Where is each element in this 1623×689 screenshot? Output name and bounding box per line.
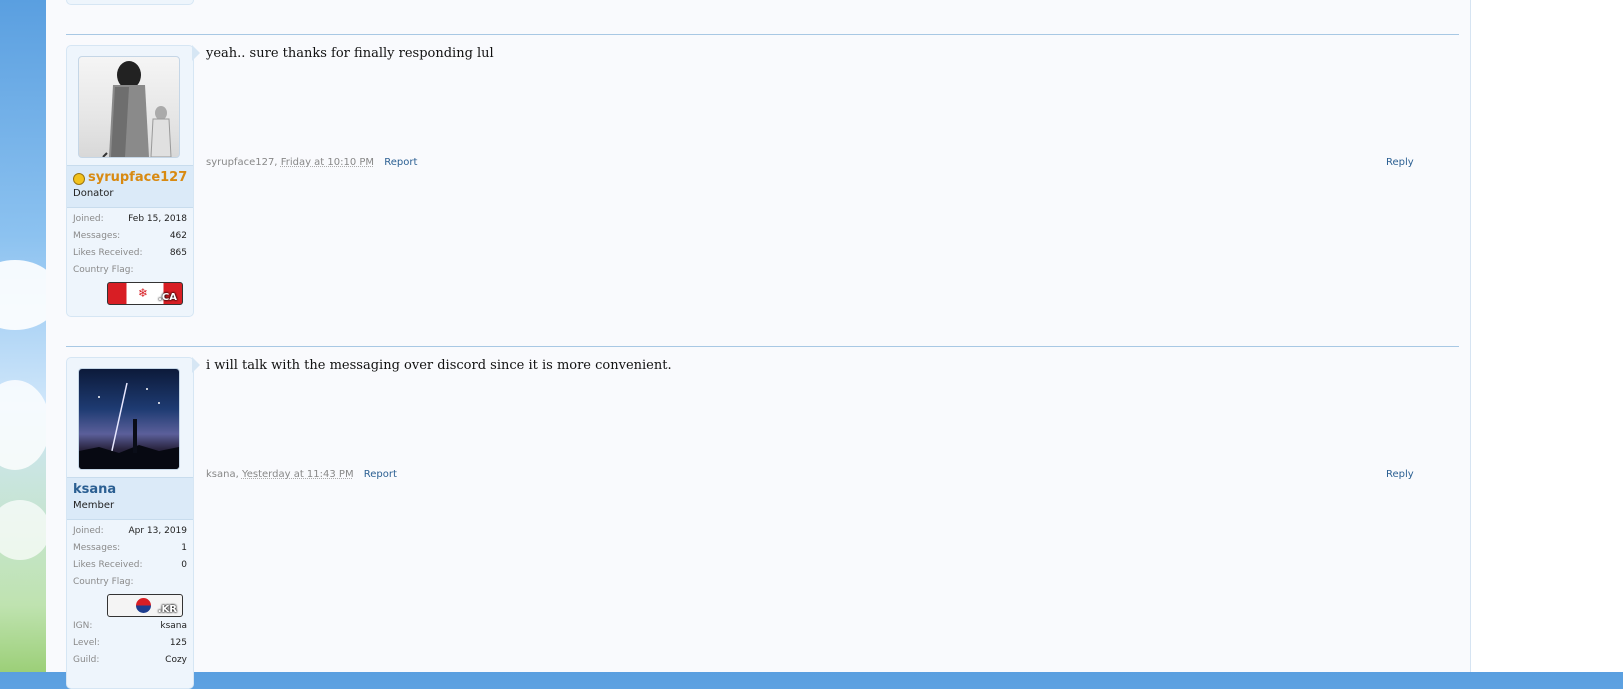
- username-link[interactable]: syrupface127: [88, 170, 187, 185]
- extra-label: Likes Received:: [73, 560, 143, 570]
- coin-icon: [73, 173, 85, 185]
- background-cloud: [0, 380, 50, 470]
- message-userblock: ksana Member Joined: Apr 13, 2019 Messag…: [66, 357, 194, 689]
- user-extra-info-custom: IGN: ksana Level: 125 Guild: Cozy: [73, 619, 187, 670]
- extra-value[interactable]: 1: [181, 543, 187, 553]
- avatar[interactable]: [78, 56, 180, 158]
- avatar-image: [79, 382, 179, 469]
- message-meta: ksana, Yesterday at 11:43 PM Report: [206, 469, 397, 480]
- extra-value: Feb 15, 2018: [128, 214, 187, 224]
- extra-value: 0: [181, 560, 187, 570]
- report-link[interactable]: Report: [364, 469, 397, 480]
- maple-leaf-icon: ❄: [138, 286, 149, 300]
- reply-link[interactable]: Reply: [1386, 469, 1414, 480]
- extra-label: Messages:: [73, 543, 121, 553]
- extra-value: Apr 13, 2019: [128, 526, 187, 536]
- user-extra-info: Joined: Apr 13, 2019 Messages: 1 Likes R…: [73, 524, 187, 592]
- user-name-area: syrupface127 Donator: [67, 165, 193, 208]
- extra-row-flag: Country Flag:: [73, 263, 187, 280]
- extra-row-guild: Guild: Cozy: [73, 653, 187, 670]
- username-link[interactable]: ksana: [73, 482, 116, 497]
- extra-value[interactable]: 462: [170, 231, 187, 241]
- post-divider: [66, 346, 1459, 347]
- user-name-area: ksana Member: [67, 477, 193, 520]
- user-title: Donator: [73, 188, 114, 199]
- extra-label: Joined:: [73, 526, 104, 536]
- extra-row-flag: Country Flag:: [73, 575, 187, 592]
- thread-content: syrupface127 Donator Joined: Feb 15, 201…: [46, 0, 1471, 689]
- extra-label: Country Flag:: [73, 265, 134, 275]
- message-text: i will talk with the messaging over disc…: [206, 358, 672, 373]
- extra-row-messages: Messages: 1: [73, 541, 187, 558]
- flag-code: .CA: [158, 292, 177, 303]
- extra-row-joined: Joined: Feb 15, 2018: [73, 212, 187, 229]
- user-title: Member: [73, 500, 115, 511]
- message-meta: syrupface127, Friday at 10:10 PM Report: [206, 157, 417, 168]
- extra-label: Likes Received:: [73, 248, 143, 258]
- post-date-link[interactable]: Friday at 10:10 PM: [281, 157, 374, 168]
- message-userblock: syrupface127 Donator Joined: Feb 15, 201…: [66, 45, 194, 317]
- avatar-image: [102, 61, 172, 157]
- country-flag-icon: .KR: [107, 594, 183, 617]
- extra-row-level: Level: 125: [73, 636, 187, 653]
- country-flag-icon: ❄ .CA: [107, 282, 183, 305]
- extra-row-messages: Messages: 462: [73, 229, 187, 246]
- avatar[interactable]: [78, 368, 180, 470]
- extra-label: Level:: [73, 638, 100, 648]
- right-margin: [1470, 0, 1623, 672]
- extra-value: 865: [169, 248, 187, 258]
- extra-row-likes: Likes Received: 0: [73, 558, 187, 575]
- extra-row-ign: IGN: ksana: [73, 619, 187, 636]
- extra-label: Joined:: [73, 214, 104, 224]
- background-cloud: [0, 500, 50, 560]
- reply-link[interactable]: Reply: [1386, 157, 1414, 168]
- userblock-arrow: [192, 45, 200, 61]
- extra-label: Country Flag:: [73, 577, 134, 587]
- extra-row-joined: Joined: Apr 13, 2019: [73, 524, 187, 541]
- user-extra-info: Joined: Feb 15, 2018 Messages: 462 Likes…: [73, 212, 187, 280]
- report-link[interactable]: Report: [384, 157, 417, 168]
- extra-label: IGN:: [73, 621, 93, 631]
- extra-value: 125: [169, 638, 187, 648]
- message-text: yeah.. sure thanks for finally respondin…: [206, 46, 494, 61]
- extra-row-likes: Likes Received: 865: [73, 246, 187, 263]
- previous-post-userblock: [66, 0, 194, 5]
- taegeuk-icon: [136, 598, 151, 613]
- extra-label: Messages:: [73, 231, 121, 241]
- extra-label: Guild:: [73, 655, 100, 665]
- post-divider: [66, 34, 1459, 35]
- author-link[interactable]: syrupface127,: [206, 157, 278, 168]
- author-link[interactable]: ksana,: [206, 469, 239, 480]
- extra-value: ksana: [160, 621, 187, 631]
- userblock-arrow: [192, 357, 200, 373]
- flag-code: .KR: [157, 604, 177, 615]
- extra-value: Cozy: [165, 655, 187, 665]
- post-date-link[interactable]: Yesterday at 11:43 PM: [242, 469, 354, 480]
